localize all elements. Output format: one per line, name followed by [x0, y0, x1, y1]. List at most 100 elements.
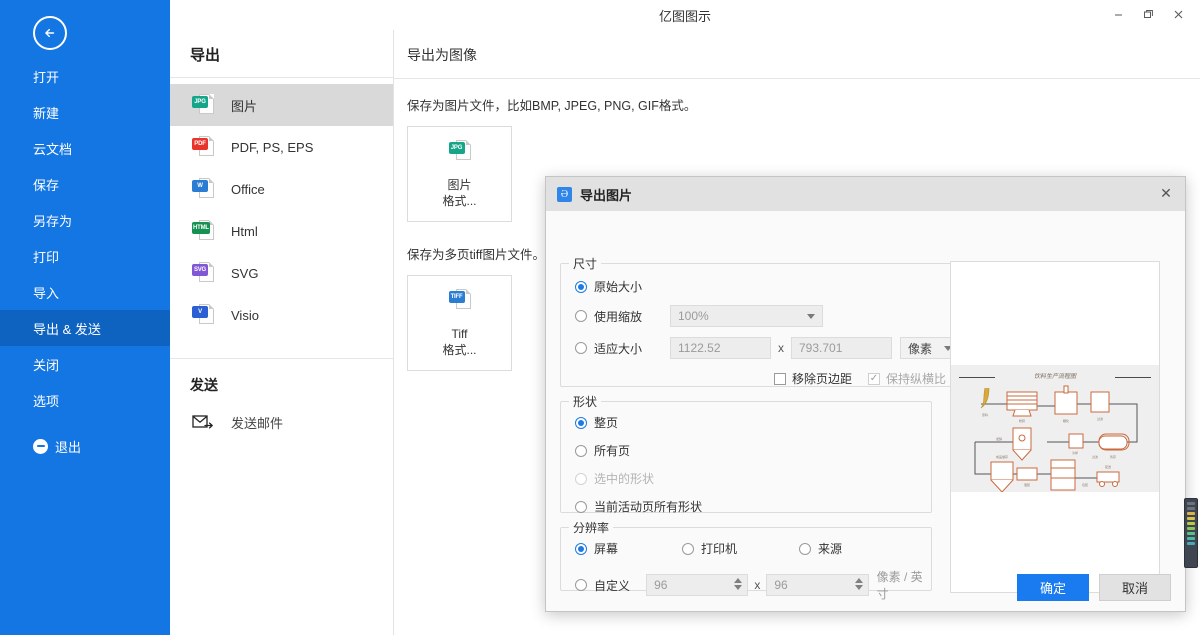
fit-width-input[interactable]: 1122.52 [670, 337, 771, 359]
dpi-x-stepper[interactable]: 96 [646, 574, 748, 596]
sidebar-item-options[interactable]: 选项 [0, 382, 170, 418]
dialog-body: 尺寸 原始大小 使用缩放 100% 适应大小 [546, 211, 1185, 613]
sidebar-item-open[interactable]: 打开 [0, 58, 170, 94]
radio-original-size[interactable] [575, 281, 587, 293]
diagram-preview: 饮料生产流程图 [951, 365, 1159, 492]
app-logo-icon: Ə [557, 187, 572, 202]
diagram-title: 饮料生产流程图 [951, 371, 1159, 380]
radio-screen-dpi[interactable] [575, 543, 587, 555]
resolution-group-legend: 分辨率 [569, 519, 613, 536]
radio-selected-shapes-label: 选中的形状 [594, 470, 654, 487]
image-export-description: 保存为图片文件，比如BMP, JPEG, PNG, GIF格式。 [394, 79, 1200, 114]
radio-custom-dpi-label: 自定义 [594, 577, 637, 594]
format-list: JPG 图片 PDF PDF, PS, EPS W Office HTML [170, 78, 393, 336]
sidebar-item-save-as[interactable]: 另存为 [0, 202, 170, 238]
radio-active-page-shapes[interactable] [575, 501, 587, 513]
svg-text:粉碎: 粉碎 [1019, 418, 1025, 423]
scale-select[interactable]: 100% [670, 305, 823, 327]
ok-button[interactable]: 确定 [1017, 574, 1089, 601]
format-item-label: PDF, PS, EPS [231, 140, 313, 155]
color-palette-widget[interactable] [1184, 498, 1198, 568]
radio-use-scale-label: 使用缩放 [594, 308, 656, 325]
sidebar-item-import[interactable]: 导入 [0, 274, 170, 310]
tile-label-line2: 格式... [442, 193, 476, 209]
html-file-icon: HTML [192, 219, 214, 243]
sidebar-item-label: 另存为 [33, 211, 72, 230]
size-x-separator: x [778, 341, 784, 355]
radio-custom-dpi[interactable] [575, 579, 587, 591]
minimize-button[interactable] [1104, 3, 1132, 25]
svg-text:过滤: 过滤 [1092, 454, 1098, 459]
svg-text:糖化: 糖化 [1063, 418, 1069, 423]
sidebar-item-exit[interactable]: 退出 [0, 428, 170, 464]
format-item-label: Office [231, 182, 265, 197]
sidebar-item-cloud-docs[interactable]: 云文档 [0, 130, 170, 166]
stepper-arrows-icon[interactable] [734, 578, 742, 590]
format-item-visio[interactable]: V Visio [170, 294, 393, 336]
tile-label-line1: Tiff [451, 326, 467, 342]
svg-text:包装: 包装 [1082, 482, 1088, 487]
tiff-format-tile[interactable]: TIFF Tiff 格式... [407, 275, 512, 371]
export-panel-heading: 导出 [170, 30, 393, 77]
cancel-button[interactable]: 取消 [1099, 574, 1171, 601]
radio-fit-size-label: 适应大小 [594, 340, 656, 357]
radio-whole-page[interactable] [575, 417, 587, 429]
radio-selected-shapes [575, 473, 587, 485]
sidebar-item-label: 云文档 [33, 139, 72, 158]
format-item-pdf-ps-eps[interactable]: PDF PDF, PS, EPS [170, 126, 393, 168]
export-image-dialog: Ə 导出图片 ✕ 尺寸 原始大小 使用缩放 100% [545, 176, 1186, 612]
sidebar-item-save[interactable]: 保存 [0, 166, 170, 202]
backstage-sidebar: 打开 新建 云文档 保存 另存为 打印 导入 导出 & 发送 关闭 选项 退出 [0, 0, 170, 635]
sidebar-item-label: 退出 [55, 437, 81, 456]
send-item-email[interactable]: 发送邮件 [170, 405, 393, 439]
size-unit-value: 像素 [908, 340, 932, 357]
format-item-html[interactable]: HTML Html [170, 210, 393, 252]
window-controls [1104, 0, 1192, 28]
fit-height-input[interactable]: 793.701 [791, 337, 892, 359]
svg-text:灌装: 灌装 [1024, 482, 1030, 487]
remove-margin-label: 移除页边距 [792, 370, 852, 387]
dialog-title: 导出图片 [580, 185, 632, 204]
sidebar-item-list: 打开 新建 云文档 保存 另存为 打印 导入 导出 & 发送 关闭 选项 退出 [0, 58, 170, 464]
sidebar-item-label: 新建 [33, 103, 59, 122]
word-file-icon: W [192, 177, 214, 201]
sidebar-item-new[interactable]: 新建 [0, 94, 170, 130]
radio-all-pages[interactable] [575, 445, 587, 457]
sidebar-item-export-and-send[interactable]: 导出 & 发送 [0, 310, 170, 346]
svg-text:原料: 原料 [982, 412, 988, 417]
close-button[interactable] [1164, 3, 1192, 25]
sidebar-item-label: 选项 [33, 391, 59, 410]
pdf-file-icon: PDF [192, 135, 214, 159]
size-group-legend: 尺寸 [569, 255, 601, 272]
restore-icon [1143, 9, 1154, 20]
image-format-tile[interactable]: JPG 图片 格式... [407, 126, 512, 222]
keep-aspect-ratio-checkbox: ✓ [868, 373, 880, 385]
svg-text:暂存: 暂存 [1110, 454, 1116, 459]
sidebar-item-print[interactable]: 打印 [0, 238, 170, 274]
tile-label-line1: 图片 [447, 177, 471, 193]
format-item-image[interactable]: JPG 图片 [170, 84, 393, 126]
arrow-left-icon [41, 24, 59, 42]
radio-source-dpi-label: 来源 [818, 540, 842, 557]
sidebar-item-close[interactable]: 关闭 [0, 346, 170, 382]
sidebar-item-label: 关闭 [33, 355, 59, 374]
stepper-arrows-icon[interactable] [855, 578, 863, 590]
restore-button[interactable] [1134, 3, 1162, 25]
remove-margin-checkbox[interactable] [774, 373, 786, 385]
title-bar: 亿图图示 VC▼ [170, 0, 1200, 30]
sidebar-item-label: 打印 [33, 247, 59, 266]
dialog-close-button[interactable]: ✕ [1153, 181, 1179, 205]
format-item-svg[interactable]: SVG SVG [170, 252, 393, 294]
dpi-x-separator: x [754, 578, 760, 592]
dpi-y-value: 96 [774, 578, 787, 592]
format-item-office[interactable]: W Office [170, 168, 393, 210]
radio-source-dpi[interactable] [799, 543, 811, 555]
back-button[interactable] [33, 16, 67, 50]
dpi-y-stepper[interactable]: 96 [766, 574, 868, 596]
send-email-icon [192, 414, 214, 430]
radio-printer-dpi[interactable] [682, 543, 694, 555]
radio-printer-dpi-label: 打印机 [701, 540, 737, 557]
radio-fit-size[interactable] [575, 342, 587, 354]
shape-group: 形状 整页 所有页 选中的形状 当前活动页所有形状 [560, 393, 932, 513]
radio-use-scale[interactable] [575, 310, 587, 322]
